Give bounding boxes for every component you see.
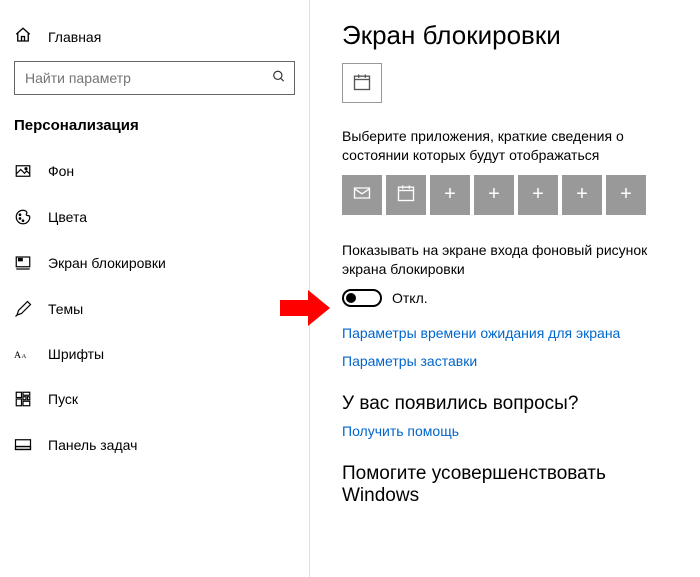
- sidebar-item-label: Пуск: [48, 391, 78, 407]
- search-input[interactable]: [15, 62, 294, 94]
- palette-icon: [14, 208, 32, 226]
- sidebar-item-background[interactable]: Фон: [0, 148, 309, 194]
- sidebar-item-label: Цвета: [48, 209, 87, 225]
- quick-app-add-2[interactable]: +: [474, 175, 514, 215]
- lockscreen-icon: [14, 254, 32, 272]
- detailed-status-app-tile[interactable]: [342, 63, 382, 103]
- svg-text:A: A: [22, 353, 27, 360]
- start-icon: [14, 390, 32, 408]
- quick-status-apps: + + + + +: [342, 175, 674, 215]
- sidebar-item-label: Панель задач: [48, 437, 137, 453]
- show-bg-description: Показывать на экране входа фоновый рисун…: [342, 241, 674, 279]
- quick-app-mail[interactable]: [342, 175, 382, 215]
- search-icon: [272, 70, 286, 87]
- search-box[interactable]: [14, 61, 295, 95]
- calendar-icon: [396, 183, 416, 206]
- sidebar-item-label: Темы: [48, 301, 83, 317]
- feedback-heading: Помогите усовершенствовать Windows: [342, 463, 674, 507]
- svg-text:A: A: [14, 350, 21, 361]
- link-screen-timeout[interactable]: Параметры времени ожидания для экрана: [342, 325, 674, 341]
- taskbar-icon: [14, 436, 32, 454]
- quick-app-add-1[interactable]: +: [430, 175, 470, 215]
- plus-icon: +: [488, 183, 500, 206]
- calendar-icon: [352, 72, 372, 95]
- quick-app-add-5[interactable]: +: [606, 175, 646, 215]
- sidebar-item-label: Фон: [48, 163, 74, 179]
- sidebar-item-lockscreen[interactable]: Экран блокировки: [0, 240, 309, 286]
- plus-icon: +: [620, 183, 632, 206]
- nav-home[interactable]: Главная: [0, 20, 309, 61]
- nav-home-label: Главная: [48, 29, 101, 45]
- sidebar-item-colors[interactable]: Цвета: [0, 194, 309, 240]
- plus-icon: +: [444, 183, 456, 206]
- show-bg-toggle[interactable]: [342, 289, 382, 307]
- home-icon: [14, 26, 32, 47]
- link-get-help[interactable]: Получить помощь: [342, 423, 674, 439]
- plus-icon: +: [576, 183, 588, 206]
- fonts-icon: AA: [14, 347, 32, 361]
- toggle-state-label: Откл.: [392, 290, 428, 306]
- mail-icon: [352, 183, 372, 206]
- sidebar-item-fonts[interactable]: AA Шрифты: [0, 332, 309, 376]
- section-title: Персонализация: [0, 95, 309, 148]
- quick-app-add-4[interactable]: +: [562, 175, 602, 215]
- quick-app-calendar[interactable]: [386, 175, 426, 215]
- sidebar-item-taskbar[interactable]: Панель задач: [0, 422, 309, 468]
- sidebar: Главная Персонализация Фон Цвета: [0, 0, 310, 577]
- sidebar-item-label: Шрифты: [48, 346, 104, 362]
- picture-icon: [14, 162, 32, 180]
- sidebar-item-themes[interactable]: Темы: [0, 286, 309, 332]
- brush-icon: [14, 300, 32, 318]
- sidebar-item-label: Экран блокировки: [48, 255, 166, 271]
- quick-app-add-3[interactable]: +: [518, 175, 558, 215]
- annotation-arrow: [280, 290, 330, 329]
- page-title: Экран блокировки: [342, 20, 674, 51]
- help-heading: У вас появились вопросы?: [342, 393, 674, 415]
- content-pane: Экран блокировки Выберите приложения, кр…: [310, 0, 700, 577]
- plus-icon: +: [532, 183, 544, 206]
- quick-status-description: Выберите приложения, краткие сведения о …: [342, 127, 674, 165]
- link-screensaver[interactable]: Параметры заставки: [342, 353, 674, 369]
- sidebar-item-start[interactable]: Пуск: [0, 376, 309, 422]
